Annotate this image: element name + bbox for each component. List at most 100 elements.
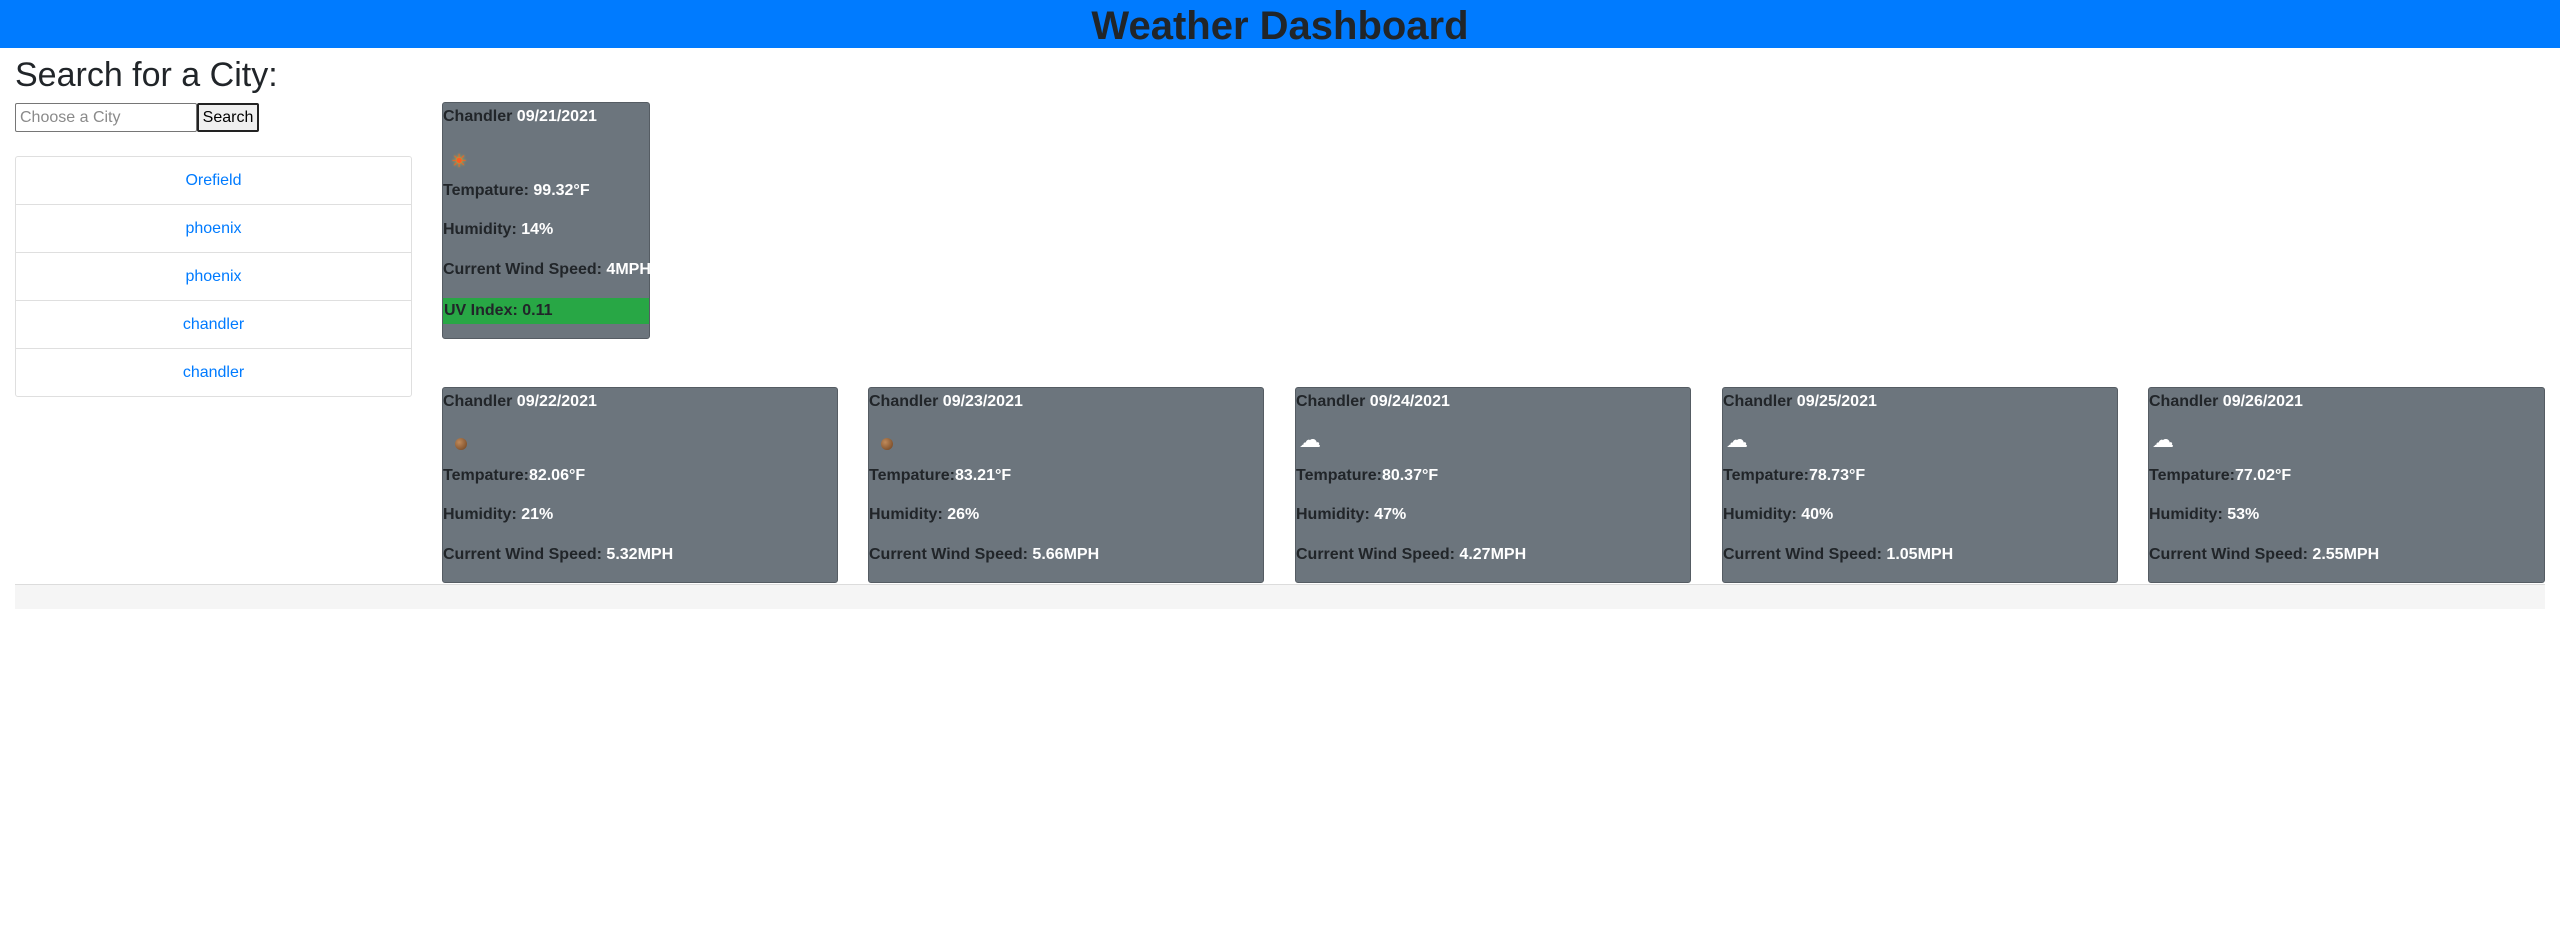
humidity-row: Humidity: 40%	[1723, 506, 1833, 524]
card-date: 09/24/2021	[1369, 393, 1450, 410]
temperature-value: 80.37°F	[1381, 467, 1439, 484]
history-item-chandler[interactable]: chandler	[15, 300, 412, 349]
clear-night-icon	[455, 438, 467, 450]
card-city: Chandler	[443, 393, 513, 410]
temperature-label: Tempature:	[1723, 467, 1809, 484]
cloud-icon: ☁	[1299, 427, 1321, 452]
wind-label: Current Wind Speed:	[869, 546, 1028, 563]
card-city: Chandler	[2149, 393, 2219, 410]
temperature-row: Tempature: 99.32°F	[443, 182, 590, 200]
search-history-list: Orefield phoenix phoenix chandler chandl…	[15, 156, 412, 397]
page-title: Weather Dashboard	[1091, 4, 1469, 48]
card-heading: Chandler 09/26/2021	[2149, 393, 2303, 411]
humidity-value: 21%	[521, 506, 554, 523]
uv-label: UV Index:	[444, 302, 518, 319]
card-date: 09/25/2021	[1796, 393, 1877, 410]
humidity-value: 14%	[521, 221, 554, 238]
cloud-icon: ☁	[2152, 427, 2174, 452]
wind-value: 4MPH	[606, 261, 651, 278]
card-heading: Chandler 09/24/2021	[1296, 393, 1450, 411]
humidity-row: Humidity: 26%	[869, 506, 979, 524]
forecast-card: Chandler 09/26/2021 ☁ Tempature:77.02°F …	[2148, 387, 2545, 583]
history-item-phoenix[interactable]: phoenix	[15, 252, 412, 301]
humidity-row: Humidity: 21%	[443, 506, 553, 524]
temperature-value: 83.21°F	[954, 467, 1012, 484]
temperature-value: 78.73°F	[1808, 467, 1866, 484]
temperature-value: 82.06°F	[528, 467, 586, 484]
temperature-row: Tempature:80.37°F	[1296, 467, 1438, 485]
humidity-label: Humidity:	[1723, 506, 1797, 523]
card-date: 09/23/2021	[942, 393, 1023, 410]
humidity-label: Humidity:	[443, 221, 517, 238]
forecast-card: Chandler 09/22/2021 Tempature:82.06°F Hu…	[442, 387, 838, 583]
wind-row: Current Wind Speed: 4MPH	[443, 261, 651, 279]
temperature-value: 77.02°F	[2234, 467, 2292, 484]
page-footer	[15, 585, 2545, 609]
sun-icon: ☀	[451, 151, 468, 171]
wind-value: 5.66MPH	[1032, 546, 1100, 563]
card-heading: Chandler 09/25/2021	[1723, 393, 1877, 411]
humidity-value: 40%	[1801, 506, 1834, 523]
current-weather-card: Chandler 09/21/2021 ☀ Tempature: 99.32°F…	[442, 102, 651, 339]
history-item-phoenix[interactable]: phoenix	[15, 204, 412, 253]
card-heading: Chandler 09/21/2021	[443, 108, 597, 126]
humidity-row: Humidity: 14%	[443, 221, 553, 239]
card-date: 09/26/2021	[2222, 393, 2303, 410]
wind-value: 2.55MPH	[2312, 546, 2380, 563]
history-item-orefield[interactable]: Orefield	[15, 156, 412, 205]
temperature-label: Tempature:	[2149, 467, 2235, 484]
wind-value: 1.05MPH	[1886, 546, 1954, 563]
wind-value: 4.27MPH	[1459, 546, 1527, 563]
uv-value: 0.11	[522, 302, 553, 319]
card-city: Chandler	[443, 108, 513, 125]
wind-label: Current Wind Speed:	[1296, 546, 1455, 563]
forecast-card: Chandler 09/24/2021 ☁ Tempature:80.37°F …	[1295, 387, 1691, 583]
city-search-input[interactable]	[15, 103, 197, 132]
history-item-chandler[interactable]: chandler	[15, 348, 412, 397]
cloud-icon: ☁	[1726, 427, 1748, 452]
temperature-label: Tempature:	[443, 182, 529, 199]
humidity-label: Humidity:	[869, 506, 943, 523]
humidity-label: Humidity:	[2149, 506, 2223, 523]
temperature-row: Tempature:83.21°F	[869, 467, 1011, 485]
humidity-value: 53%	[2227, 506, 2260, 523]
temperature-label: Tempature:	[869, 467, 955, 484]
card-city: Chandler	[869, 393, 939, 410]
temperature-label: Tempature:	[1296, 467, 1382, 484]
humidity-row: Humidity: 53%	[2149, 506, 2259, 524]
clear-night-icon	[881, 438, 893, 450]
card-date: 09/21/2021	[516, 108, 597, 125]
humidity-label: Humidity:	[443, 506, 517, 523]
card-date: 09/22/2021	[516, 393, 597, 410]
wind-value: 5.32MPH	[606, 546, 674, 563]
wind-label: Current Wind Speed:	[443, 261, 602, 278]
humidity-value: 26%	[947, 506, 980, 523]
wind-row: Current Wind Speed: 4.27MPH	[1296, 546, 1526, 564]
card-city: Chandler	[1296, 393, 1366, 410]
wind-row: Current Wind Speed: 2.55MPH	[2149, 546, 2379, 564]
wind-row: Current Wind Speed: 1.05MPH	[1723, 546, 1953, 564]
forecast-card: Chandler 09/25/2021 ☁ Tempature:78.73°F …	[1722, 387, 2118, 583]
temperature-label: Tempature:	[443, 467, 529, 484]
wind-label: Current Wind Speed:	[443, 546, 602, 563]
forecast-card: Chandler 09/23/2021 Tempature:83.21°F Hu…	[868, 387, 1264, 583]
humidity-value: 47%	[1374, 506, 1407, 523]
card-heading: Chandler 09/22/2021	[443, 393, 597, 411]
humidity-row: Humidity: 47%	[1296, 506, 1406, 524]
card-heading: Chandler 09/23/2021	[869, 393, 1023, 411]
temperature-row: Tempature:78.73°F	[1723, 467, 1865, 485]
card-city: Chandler	[1723, 393, 1793, 410]
wind-row: Current Wind Speed: 5.66MPH	[869, 546, 1099, 564]
wind-label: Current Wind Speed:	[1723, 546, 1882, 563]
temperature-row: Tempature:77.02°F	[2149, 467, 2291, 485]
search-title: Search for a City:	[15, 56, 278, 94]
page-header: Weather Dashboard	[0, 0, 2560, 48]
uv-index-badge: UV Index: 0.11	[443, 298, 649, 324]
wind-label: Current Wind Speed:	[2149, 546, 2308, 563]
temperature-row: Tempature:82.06°F	[443, 467, 585, 485]
wind-row: Current Wind Speed: 5.32MPH	[443, 546, 673, 564]
temperature-value: 99.32°F	[533, 182, 590, 199]
search-button[interactable]: Search	[197, 103, 259, 132]
search-form: Search	[15, 103, 259, 132]
humidity-label: Humidity:	[1296, 506, 1370, 523]
